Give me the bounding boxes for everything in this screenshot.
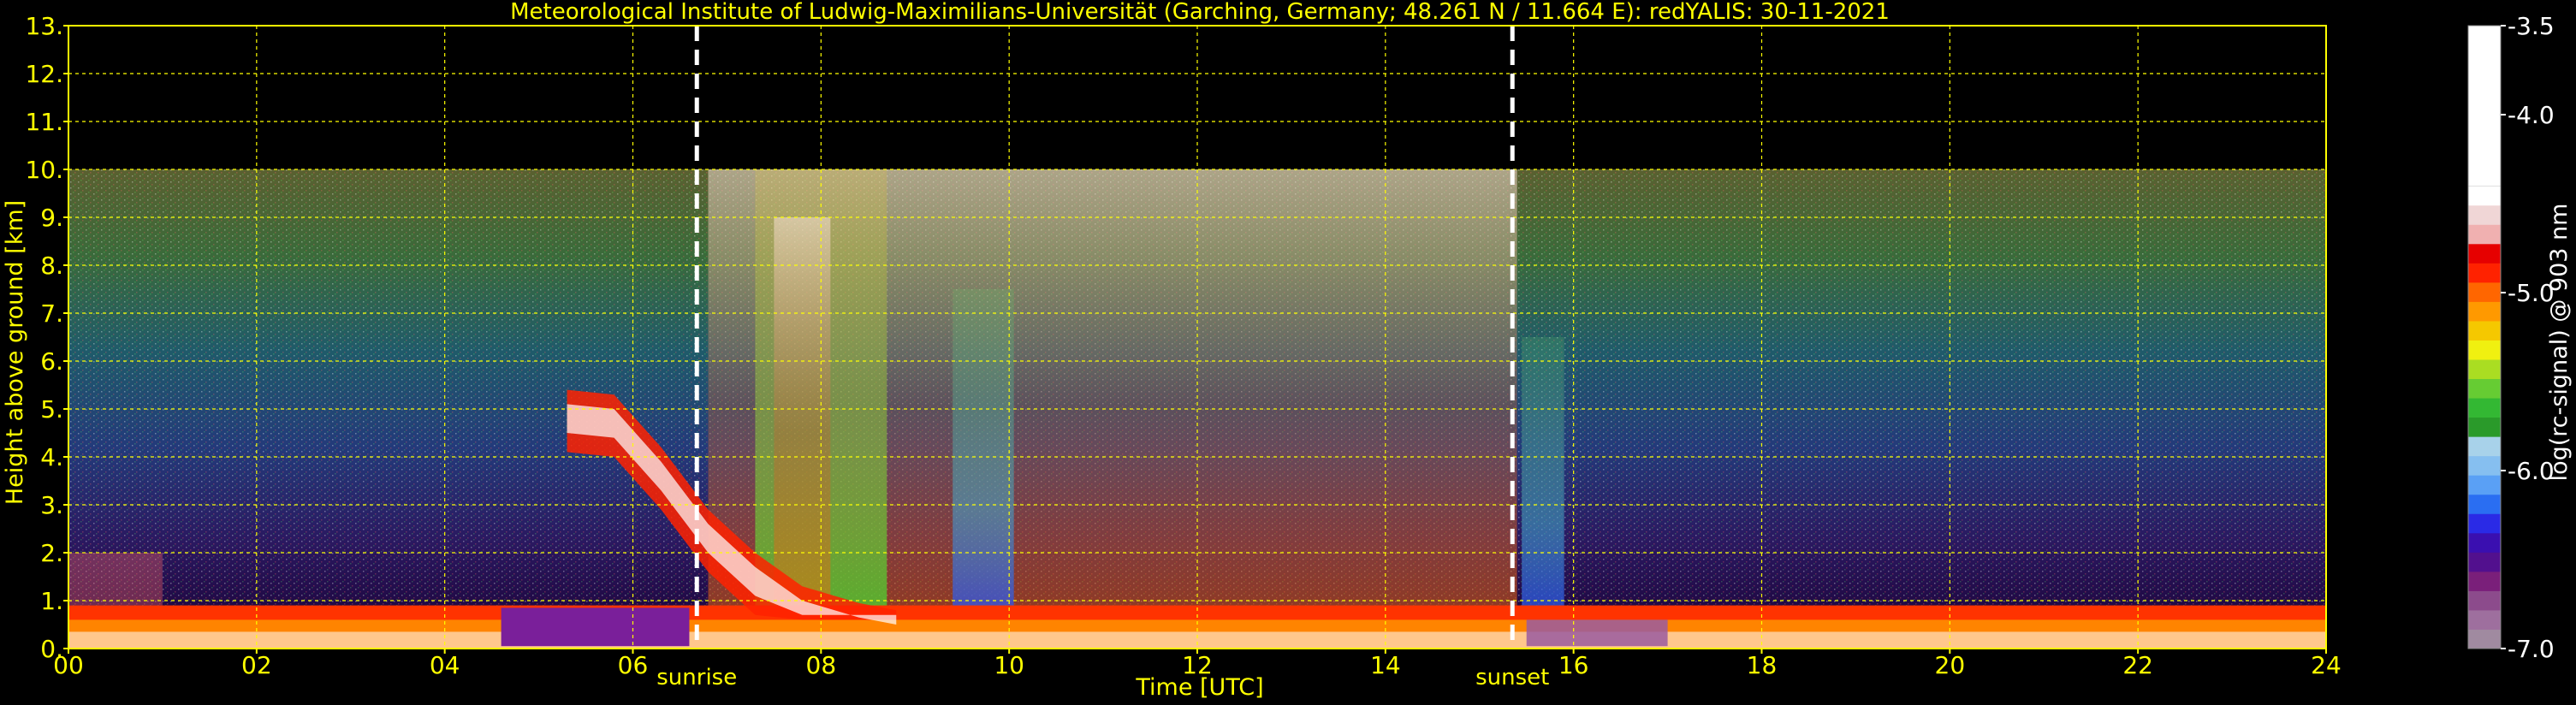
colorbar-top-white — [2468, 26, 2501, 187]
y-tick-label-6: 6. — [40, 347, 63, 376]
colorbar-segment-22 — [2468, 204, 2501, 225]
x-tick-label-14: 14 — [1370, 651, 1401, 679]
colorbar: -3.5-4.0-5.0-6.0-7.0 — [2467, 12, 2555, 663]
colorbar-segment-6 — [2468, 513, 2501, 534]
signal-streak-2 — [1522, 337, 1564, 649]
y-tick-label-3: 3. — [40, 491, 63, 519]
x-tick-label-04: 04 — [430, 651, 460, 679]
colorbar-segment-20 — [2468, 243, 2501, 264]
x-tick-label-20: 20 — [1935, 651, 1966, 679]
y-tick-label-0: 0. — [40, 635, 63, 663]
y-tick-label-4: 4. — [40, 443, 63, 471]
colorbar-segment-3 — [2468, 571, 2501, 591]
x-axis-label: Time [UTC] — [1135, 674, 1263, 701]
x-tick-label-22: 22 — [2122, 651, 2153, 679]
colorbar-segment-8 — [2468, 475, 2501, 495]
colorbar-segment-5 — [2468, 532, 2501, 553]
y-tick-label-11: 11. — [25, 108, 63, 136]
colorbar-segment-21 — [2468, 224, 2501, 245]
colorbar-segment-9 — [2468, 455, 2501, 476]
x-tick-label-02: 02 — [241, 651, 272, 679]
colorbar-segment-10 — [2468, 436, 2501, 457]
x-tick-label-10: 10 — [994, 651, 1024, 679]
lidar-chart: sunrise sunset 00 02 04 06 08 10 12 14 16 18 20 22 24… — [2, 0, 2573, 701]
colorbar-segment-4 — [2468, 552, 2501, 572]
sunrise-label: sunrise — [656, 665, 737, 690]
colorbar-label: log(rc-signal) @ 903 nm — [2546, 204, 2573, 482]
sunset-label: sunset — [1475, 665, 1549, 690]
colorbar-segment-23 — [2468, 186, 2501, 206]
signal-streak-1 — [953, 289, 1014, 649]
y-tick-label-8: 8. — [40, 252, 63, 280]
y-tick-label-10: 10. — [25, 156, 63, 184]
x-tick-label-06: 06 — [618, 651, 649, 679]
colorbar-segment-7 — [2468, 494, 2501, 514]
colorbar-tick-label-4: -7.0 — [2508, 635, 2555, 663]
colorbar-segment-15 — [2468, 340, 2501, 360]
boundary-layer-core — [68, 631, 2326, 649]
colorbar-segment-11 — [2468, 417, 2501, 437]
colorbar-segment-16 — [2468, 320, 2501, 341]
y-tick-label-1: 1. — [40, 587, 63, 615]
colorbar-segment-12 — [2468, 398, 2501, 418]
colorbar-segment-14 — [2468, 359, 2501, 380]
y-tick-label-5: 5. — [40, 395, 63, 424]
y-axis-label: Height above ground [km] — [2, 200, 28, 505]
colorbar-tick-label-0: -3.5 — [2508, 12, 2555, 40]
colorbar-tick-label-1: -4.0 — [2508, 101, 2555, 129]
colorbar-segment-18 — [2468, 281, 2501, 302]
colorbar-segment-1 — [2468, 609, 2501, 630]
x-tick-label-16: 16 — [1558, 651, 1589, 679]
colorbar-segment-19 — [2468, 263, 2501, 283]
colorbar-segment-13 — [2468, 378, 2501, 399]
night-layer — [501, 607, 690, 647]
colorbar-segment-17 — [2468, 301, 2501, 322]
x-tick-label-08: 08 — [806, 651, 837, 679]
x-tick-label-18: 18 — [1747, 651, 1778, 679]
y-tick-label-13: 13. — [25, 12, 63, 40]
colorbar-segment-0 — [2468, 629, 2501, 649]
y-tick-label-12: 12. — [25, 60, 63, 88]
x-tick-label-24: 24 — [2311, 651, 2342, 679]
evening-layer — [1526, 619, 1668, 647]
y-tick-label-9: 9. — [40, 204, 63, 232]
residual-layer — [68, 553, 163, 606]
chart-title: Meteorological Institute of Ludwig-Maxim… — [510, 0, 1890, 25]
y-tick-label-2: 2. — [40, 539, 63, 567]
colorbar-segment-2 — [2468, 590, 2501, 611]
y-tick-label-7: 7. — [40, 299, 63, 328]
